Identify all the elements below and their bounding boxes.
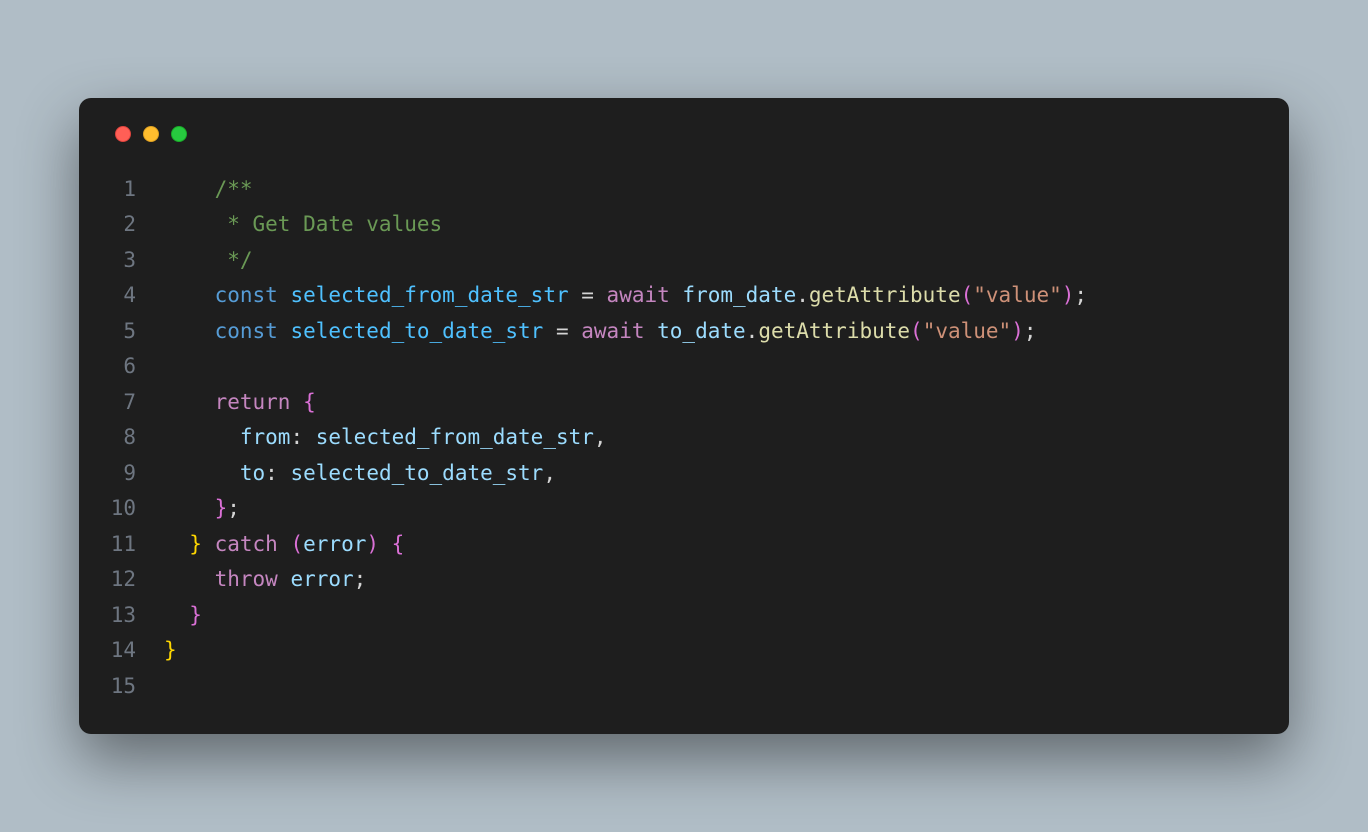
line-number: 7	[109, 385, 164, 421]
line-number: 3	[109, 243, 164, 279]
code-line: 13 }	[109, 598, 1259, 634]
code-content[interactable]: * Get Date values	[164, 207, 442, 243]
code-line: 7 return {	[109, 385, 1259, 421]
code-line: 6	[109, 349, 1259, 385]
code-content[interactable]: */	[164, 243, 253, 279]
code-content[interactable]: return {	[164, 385, 316, 421]
code-window: 1 /**2 * Get Date values3 */4 const sele…	[79, 98, 1289, 735]
code-editor[interactable]: 1 /**2 * Get Date values3 */4 const sele…	[109, 172, 1259, 705]
line-number: 2	[109, 207, 164, 243]
line-number: 8	[109, 420, 164, 456]
code-content[interactable]: throw error;	[164, 562, 366, 598]
code-line: 14}	[109, 633, 1259, 669]
code-content[interactable]: }	[164, 633, 177, 669]
code-line: 1 /**	[109, 172, 1259, 208]
code-content[interactable]: const selected_from_date_str = await fro…	[164, 278, 1087, 314]
code-content[interactable]: to: selected_to_date_str,	[164, 456, 556, 492]
code-line: 15	[109, 669, 1259, 705]
code-content[interactable]: };	[164, 491, 240, 527]
maximize-icon[interactable]	[171, 126, 187, 142]
code-content[interactable]: } catch (error) {	[164, 527, 404, 563]
line-number: 9	[109, 456, 164, 492]
code-content[interactable]: }	[164, 598, 202, 634]
code-content[interactable]: const selected_to_date_str = await to_da…	[164, 314, 1037, 350]
line-number: 6	[109, 349, 164, 385]
line-number: 13	[109, 598, 164, 634]
code-line: 12 throw error;	[109, 562, 1259, 598]
line-number: 11	[109, 527, 164, 563]
line-number: 12	[109, 562, 164, 598]
line-number: 10	[109, 491, 164, 527]
line-number: 15	[109, 669, 164, 705]
code-line: 2 * Get Date values	[109, 207, 1259, 243]
code-line: 9 to: selected_to_date_str,	[109, 456, 1259, 492]
code-content[interactable]: from: selected_from_date_str,	[164, 420, 607, 456]
minimize-icon[interactable]	[143, 126, 159, 142]
window-titlebar	[109, 126, 1259, 142]
code-line: 3 */	[109, 243, 1259, 279]
code-line: 8 from: selected_from_date_str,	[109, 420, 1259, 456]
line-number: 1	[109, 172, 164, 208]
line-number: 14	[109, 633, 164, 669]
code-line: 5 const selected_to_date_str = await to_…	[109, 314, 1259, 350]
line-number: 5	[109, 314, 164, 350]
line-number: 4	[109, 278, 164, 314]
code-content[interactable]: /**	[164, 172, 253, 208]
code-line: 4 const selected_from_date_str = await f…	[109, 278, 1259, 314]
code-line: 10 };	[109, 491, 1259, 527]
close-icon[interactable]	[115, 126, 131, 142]
code-line: 11 } catch (error) {	[109, 527, 1259, 563]
